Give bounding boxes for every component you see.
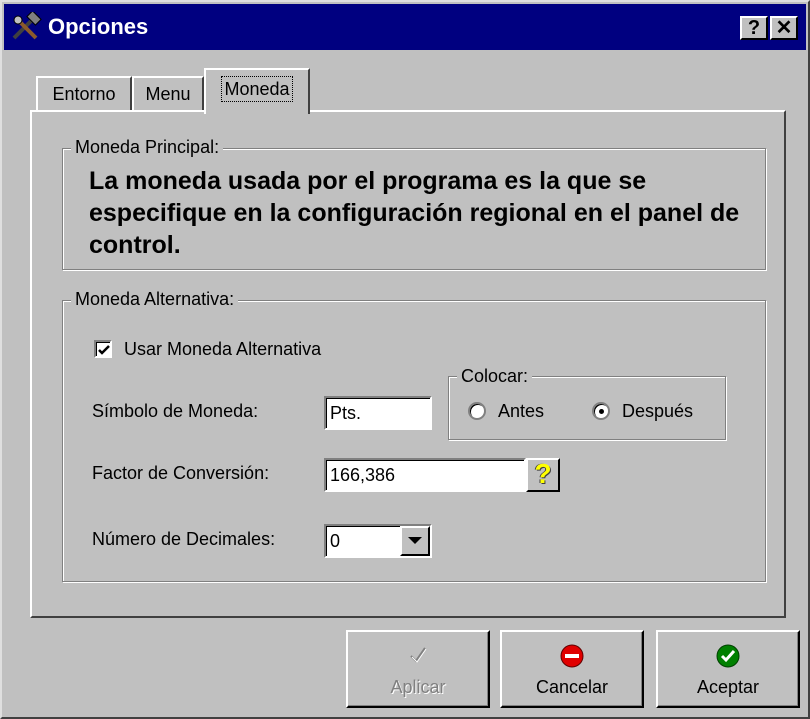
radio-selected-dot: [599, 409, 604, 414]
accept-button[interactable]: Aceptar: [656, 630, 800, 708]
symbol-label: Símbolo de Moneda:: [92, 401, 259, 421]
close-icon: ✕: [775, 17, 793, 39]
radio-despues-label[interactable]: Después: [622, 400, 693, 422]
group-label: Moneda Principal:: [71, 136, 224, 158]
use-alternative-label[interactable]: Usar Moneda Alternativa: [124, 338, 321, 360]
cancel-label: Cancelar: [535, 677, 609, 697]
radio-antes[interactable]: [468, 402, 486, 420]
radio-despues[interactable]: [592, 402, 610, 420]
tab-label: Entorno: [52, 84, 116, 104]
apply-button[interactable]: Aplicar: [346, 630, 490, 708]
principal-description: La moneda usada por el programa es la qu…: [89, 167, 740, 259]
tab-menu[interactable]: Menu: [132, 76, 204, 112]
stop-icon: [560, 644, 584, 668]
accept-label: Aceptar: [696, 677, 760, 697]
group-label: Moneda Alternativa:: [71, 288, 239, 310]
group-label: Colocar:: [457, 365, 533, 387]
tab-label: Moneda: [221, 76, 293, 102]
checkmark-icon: [98, 345, 110, 355]
use-alternative-checkbox[interactable]: [94, 340, 112, 358]
title-bar[interactable]: Opciones ? ✕: [4, 4, 806, 50]
factor-label: Factor de Conversión:: [92, 463, 270, 483]
checkmark-icon: [410, 647, 427, 663]
decimals-dropdown-button[interactable]: [400, 526, 430, 556]
help-button[interactable]: ?: [740, 16, 768, 40]
apply-label: Aplicar: [390, 677, 446, 697]
tools-icon: [12, 12, 42, 40]
tab-entorno[interactable]: Entorno: [36, 76, 132, 112]
factor-help-button[interactable]: ?: [526, 458, 560, 492]
group-moneda-principal: Moneda Principal: La moneda usada por el…: [62, 136, 766, 270]
question-icon: ?: [534, 458, 552, 489]
factor-input[interactable]: 166,386: [324, 458, 526, 492]
options-dialog: Opciones ? ✕ Entorno Menu Moneda Moneda …: [0, 0, 810, 719]
symbol-input[interactable]: Pts.: [324, 396, 432, 430]
radio-antes-label[interactable]: Antes: [498, 400, 544, 422]
cancel-button[interactable]: Cancelar: [500, 630, 644, 708]
window-title: Opciones: [48, 14, 149, 39]
close-button[interactable]: ✕: [770, 16, 798, 40]
tab-moneda[interactable]: Moneda: [204, 68, 310, 114]
tab-label: Menu: [145, 84, 191, 104]
check-circle-icon: [716, 644, 740, 668]
chevron-down-icon: [408, 537, 422, 544]
decimals-label: Número de Decimales:: [92, 529, 276, 549]
help-icon: ?: [747, 17, 761, 39]
